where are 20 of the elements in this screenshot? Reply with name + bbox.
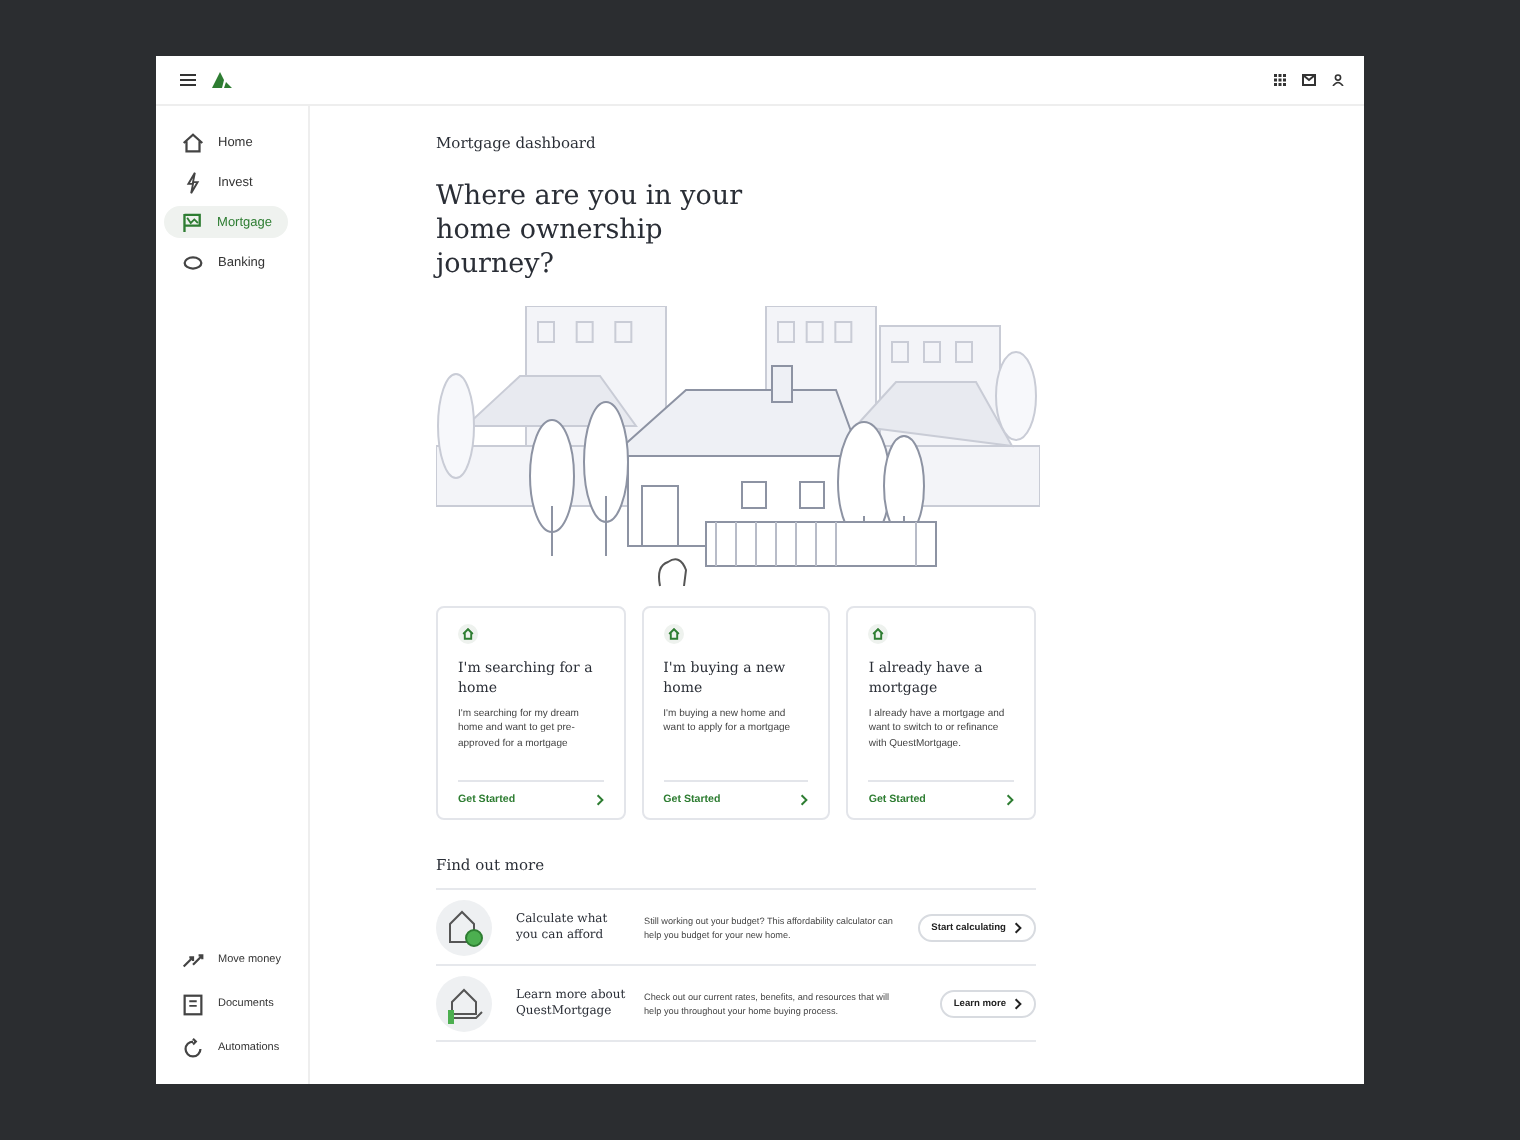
chevron-right-icon <box>1006 794 1015 806</box>
chevron-right-icon <box>800 794 809 806</box>
chevron-right-icon <box>1014 998 1022 1010</box>
doc-icon <box>180 991 206 1017</box>
chevron-right-icon <box>1014 922 1022 934</box>
home-icon <box>868 624 889 644</box>
user-icon[interactable] <box>1332 74 1344 86</box>
home-icon <box>663 624 684 644</box>
cycle-icon <box>180 1035 206 1061</box>
apps-grid-icon[interactable] <box>1274 74 1286 86</box>
home-icon <box>180 129 206 155</box>
heading: Where are you in your home ownership journey? <box>436 180 745 282</box>
house-calculator-icon <box>436 900 492 956</box>
flag-icon <box>180 209 206 235</box>
home-icon <box>458 624 478 644</box>
chevron-right-icon <box>595 794 604 806</box>
logo-icon[interactable] <box>212 72 232 88</box>
house-in-hand-icon <box>436 976 492 1032</box>
menu-icon[interactable] <box>180 74 196 86</box>
mail-icon[interactable] <box>1302 74 1316 86</box>
